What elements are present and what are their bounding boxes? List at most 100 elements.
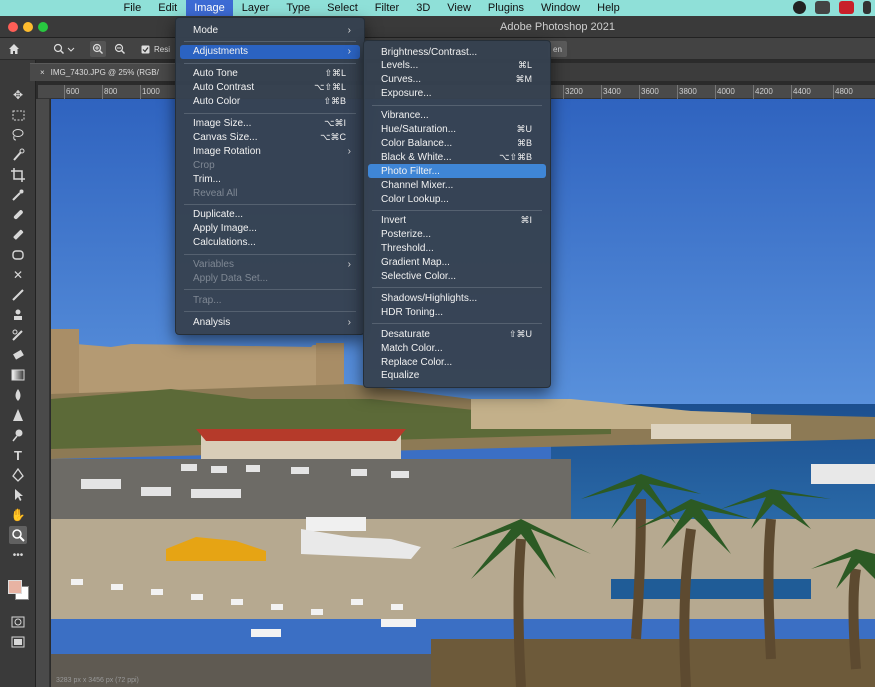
healing-brush-tool-icon[interactable] (9, 206, 27, 224)
submenu-chevron-icon: › (347, 145, 351, 157)
zoom-out-icon[interactable] (112, 41, 128, 57)
menu-item-shadows-highlights[interactable]: Shadows/Highlights... (368, 291, 546, 305)
resize-windows-checkbox[interactable] (140, 41, 150, 57)
menu-item-color-balance[interactable]: Color Balance... ⌘B (368, 136, 546, 150)
menu-item-black-white[interactable]: Black & White... ⌥⇧⌘B (368, 150, 546, 164)
menu-image[interactable]: Image (185, 0, 234, 16)
menu-item-selective-color[interactable]: Selective Color... (368, 270, 546, 284)
menu-item-threshold[interactable]: Threshold... (368, 242, 546, 256)
stamp-tool-icon[interactable] (9, 246, 27, 264)
sharpen-tool-icon[interactable] (9, 406, 27, 424)
menu-item-trim[interactable]: Trim... (180, 172, 360, 186)
menu-item-auto-color[interactable]: Auto Color ⇧⌘B (180, 95, 360, 109)
menu-filter[interactable]: Filter (366, 0, 407, 16)
crop-tool-icon[interactable] (9, 166, 27, 184)
type-tool-icon[interactable]: T (9, 446, 27, 464)
menu-item-apply-image[interactable]: Apply Image... (180, 222, 360, 236)
menu-item-invert[interactable]: Invert ⌘I (368, 214, 546, 228)
menu-plugins[interactable]: Plugins (479, 0, 532, 16)
lasso-tool-icon[interactable] (9, 126, 27, 144)
document-tab[interactable]: × IMG_7430.JPG @ 25% (RGB/ (30, 63, 180, 81)
menu-help[interactable]: Help (589, 0, 629, 16)
menu-item-auto-contrast[interactable]: Auto Contrast ⌥⇧⌘L (180, 81, 360, 95)
menu-file[interactable]: File (115, 0, 150, 16)
ps-titlebar: Adobe Photoshop 2021 (0, 16, 875, 38)
menu-item-calculations[interactable]: Calculations... (180, 236, 360, 250)
menu-item-image-size[interactable]: Image Size... ⌥⌘I (180, 117, 360, 131)
blur-tool-icon[interactable] (9, 386, 27, 404)
menu-item-canvas-size[interactable]: Canvas Size... ⌥⌘C (180, 130, 360, 144)
home-icon[interactable] (6, 41, 22, 57)
history-tool-icon[interactable] (9, 326, 27, 344)
close-window-icon[interactable] (8, 22, 18, 32)
menu-item-label: Channel Mixer... (381, 179, 454, 191)
menu-item-desaturate[interactable]: Desaturate ⇧⌘U (368, 327, 546, 341)
menu-edit[interactable]: Edit (150, 0, 186, 16)
menu-item-curves[interactable]: Curves... ⌘M (368, 73, 546, 87)
menu-item-color-lookup[interactable]: Color Lookup... (368, 192, 546, 206)
path-selection-tool-icon[interactable] (9, 486, 27, 504)
menu-item-gradient-map[interactable]: Gradient Map... (368, 256, 546, 270)
zoom-tool-icon[interactable] (9, 526, 27, 544)
menu-item-image-rotation[interactable]: Image Rotation › (180, 144, 360, 158)
menu-item-hdr-toning[interactable]: HDR Toning... (368, 305, 546, 319)
hand-tool-icon[interactable]: ✋ (9, 506, 27, 524)
menu-item-vibrance[interactable]: Vibrance... (368, 109, 546, 123)
menu-item-photo-filter[interactable]: Photo Filter... (368, 164, 546, 179)
history-brush-tool-icon[interactable]: ✕ (9, 266, 27, 284)
menu-item-mode[interactable]: Mode › (180, 23, 360, 37)
menu-item-label: Reveal All (193, 187, 238, 199)
menu-3d[interactable]: 3D (408, 0, 439, 16)
status-misc-icon[interactable] (863, 1, 871, 14)
menu-item-posterize[interactable]: Posterize... (368, 228, 546, 242)
menu-view[interactable]: View (439, 0, 480, 16)
menu-item-label: Equalize (381, 370, 420, 382)
eraser-tool-icon[interactable] (9, 346, 27, 364)
menu-window[interactable]: Window (533, 0, 589, 16)
close-tab-icon[interactable]: × (40, 68, 45, 77)
menu-item-levels[interactable]: Levels... ⌘L (368, 59, 546, 73)
menu-item-label: Color Lookup... (381, 193, 449, 205)
marquee-tool-icon[interactable] (9, 106, 27, 124)
submenu-chevron-icon: › (347, 46, 351, 58)
quick-selection-tool-icon[interactable] (9, 146, 27, 164)
menu-item-reveal-all: Reveal All (180, 186, 360, 200)
flag-icon[interactable] (839, 1, 854, 14)
more-tools-icon[interactable]: ••• (9, 546, 27, 564)
menu-type[interactable]: Type (278, 0, 319, 16)
menu-select[interactable]: Select (319, 0, 367, 16)
menu-item-channel-mixer[interactable]: Channel Mixer... (368, 178, 546, 192)
gradient-tool-icon[interactable] (9, 366, 27, 384)
menu-item-hue-saturation[interactable]: Hue/Saturation... ⌘U (368, 123, 546, 137)
quick-mask-icon[interactable] (9, 613, 27, 631)
menu-item-exposure[interactable]: Exposure... (368, 87, 546, 101)
move-tool-icon[interactable]: ✥ (9, 86, 27, 104)
menu-layer[interactable]: Layer (233, 0, 278, 16)
dodge-tool-icon[interactable] (9, 426, 27, 444)
clone-stamp-tool-icon[interactable] (9, 306, 27, 324)
menu-item-analysis[interactable]: Analysis › (180, 315, 360, 329)
app-m-icon[interactable] (815, 1, 830, 14)
ruler-tick-line (715, 85, 716, 99)
menu-item-replace-color[interactable]: Replace Color... (368, 355, 546, 369)
zoom-in-icon[interactable] (90, 41, 106, 57)
brush-tool-icon[interactable] (9, 226, 27, 244)
menu-item-label: HDR Toning... (381, 306, 444, 318)
ruler-tick-label: 4400 (793, 87, 811, 96)
menu-item-brightness-contrast[interactable]: Brightness/Contrast... (368, 45, 546, 59)
menu-item-duplicate[interactable]: Duplicate... (180, 208, 360, 222)
menu-item-auto-tone[interactable]: Auto Tone ⇧⌘L (180, 67, 360, 81)
screen-mode-icon[interactable] (9, 633, 27, 651)
foreground-color-swatch[interactable] (8, 580, 22, 594)
menu-item-adjustments[interactable]: Adjustments › (180, 44, 360, 59)
menu-item-match-color[interactable]: Match Color... (368, 341, 546, 355)
pen-tool-icon[interactable] (9, 466, 27, 484)
zoom-tool-preset-icon[interactable] (50, 41, 78, 57)
creative-cloud-icon[interactable] (793, 1, 806, 14)
menu-item-equalize[interactable]: Equalize (368, 369, 546, 383)
brush-tool-icon-2[interactable] (9, 286, 27, 304)
eyedropper-tool-icon[interactable] (9, 186, 27, 204)
zoom-window-icon[interactable] (38, 22, 48, 32)
ruler-tick-label: 800 (104, 87, 118, 96)
minimize-window-icon[interactable] (23, 22, 33, 32)
